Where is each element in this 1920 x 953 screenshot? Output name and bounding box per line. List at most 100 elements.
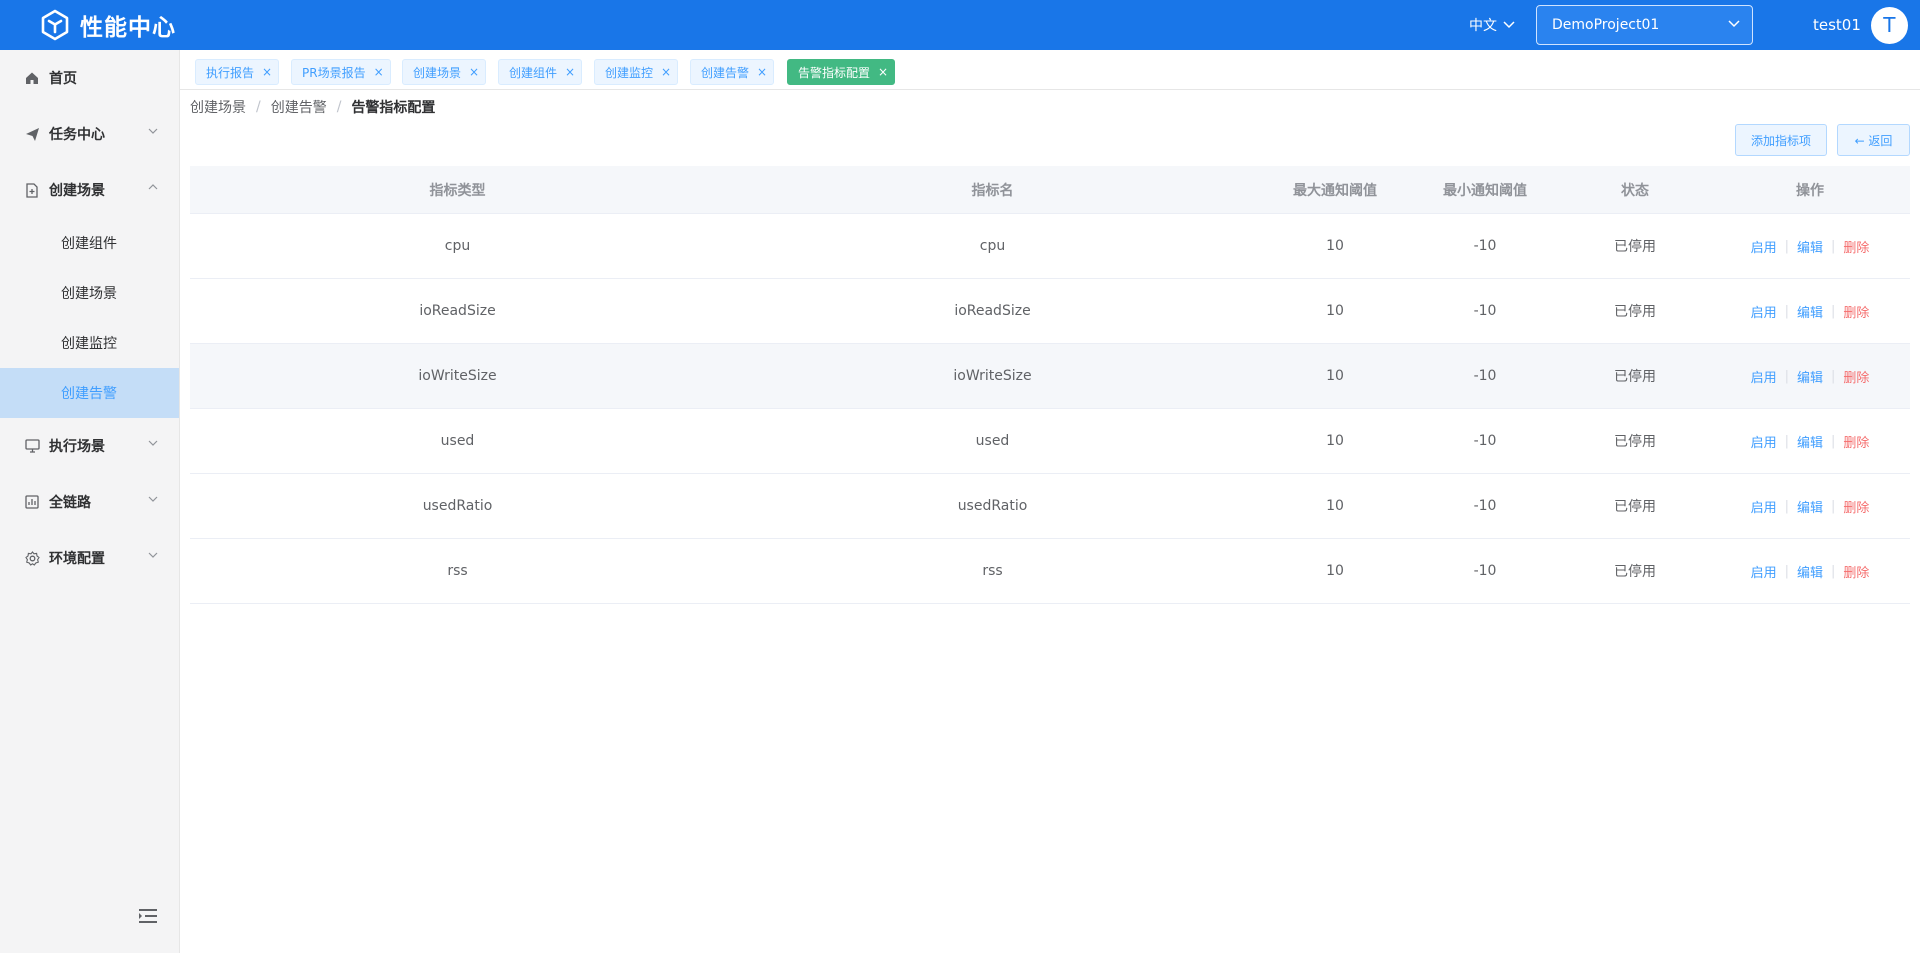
max-threshold-cell: 10	[1326, 498, 1344, 514]
tag-pr-scene-report[interactable]: PR场景报告 ×	[291, 59, 391, 85]
delete-button[interactable]: 删除	[1843, 562, 1869, 581]
sidebar: 首页 任务中心 创建场景 创建组件 创建场景 创建监控 创建告警 执行场景 全链…	[0, 50, 180, 953]
back-button[interactable]: ← 返回	[1837, 124, 1910, 156]
language-switcher[interactable]: 中文	[1469, 0, 1515, 50]
tag-create-monitor[interactable]: 创建监控 ×	[594, 59, 679, 85]
chevron-down-icon	[148, 128, 158, 134]
file-add-icon	[24, 182, 40, 198]
close-icon[interactable]: ×	[878, 65, 888, 79]
sidebar-subitem-create-component[interactable]: 创建组件	[0, 218, 179, 268]
edit-button[interactable]: 编辑	[1797, 237, 1823, 256]
divider: |	[1831, 563, 1836, 579]
sidebar-subitem-create-scene[interactable]: 创建场景	[0, 268, 179, 318]
sidebar-item-execute-scene[interactable]: 执行场景	[0, 418, 179, 474]
avatar[interactable]: T	[1870, 6, 1908, 44]
delete-button[interactable]: 删除	[1843, 432, 1869, 451]
sidebar-item-home[interactable]: 首页	[0, 50, 179, 106]
enable-button[interactable]: 启用	[1751, 562, 1777, 581]
edit-button[interactable]: 编辑	[1797, 562, 1823, 581]
operations-cell: 启用 | 编辑 | 删除	[1710, 214, 1910, 278]
chevron-down-icon	[148, 440, 158, 446]
delete-button[interactable]: 删除	[1843, 302, 1869, 321]
edit-button[interactable]: 编辑	[1797, 367, 1823, 386]
close-icon[interactable]: ×	[262, 65, 272, 79]
operations-cell: 启用 | 编辑 | 删除	[1710, 344, 1910, 408]
chevron-up-icon	[148, 184, 158, 190]
collapse-sidebar-button[interactable]	[138, 908, 158, 928]
operations-cell: 启用 | 编辑 | 删除	[1710, 539, 1910, 603]
enable-button[interactable]: 启用	[1751, 367, 1777, 386]
delete-button[interactable]: 删除	[1843, 367, 1869, 386]
enable-button[interactable]: 启用	[1751, 302, 1777, 321]
app-logo[interactable]: 性能中心	[38, 8, 176, 42]
status-cell: 已停用	[1614, 564, 1656, 580]
breadcrumb: 创建场景 / 创建告警 / 告警指标配置	[190, 97, 435, 117]
divider: |	[1784, 238, 1789, 254]
app-title: 性能中心	[80, 15, 176, 41]
user-menu[interactable]: test01 T	[1813, 0, 1908, 50]
status-cell: 已停用	[1614, 304, 1656, 320]
column-header: 最小通知阈值	[1443, 182, 1527, 199]
column-header: 指标类型	[429, 182, 486, 199]
divider: |	[1784, 563, 1789, 579]
enable-button[interactable]: 启用	[1751, 237, 1777, 256]
project-select[interactable]: DemoProject01	[1536, 5, 1753, 45]
min-threshold-cell: -10	[1473, 368, 1497, 384]
tag-create-component[interactable]: 创建组件 ×	[498, 59, 583, 85]
metric-name-cell: ioReadSize	[954, 303, 1031, 319]
sidebar-subitem-create-alert[interactable]: 创建告警	[0, 368, 179, 418]
tag-create-alert[interactable]: 创建告警 ×	[690, 59, 775, 85]
sidebar-item-full-link[interactable]: 全链路	[0, 474, 179, 530]
chart-icon	[24, 494, 40, 510]
sidebar-item-label: 环境配置	[49, 551, 105, 567]
sidebar-item-label: 创建场景	[49, 183, 105, 199]
tags-bar: 执行报告 × PR场景报告 × 创建场景 × 创建组件 × 创建监控 × 创建告警 × 告警…	[180, 50, 1920, 90]
close-icon[interactable]: ×	[469, 65, 479, 79]
cube-logo-icon	[41, 9, 69, 41]
table-row: ioWriteSize ioWriteSize 10 -10 已停用 启用 | 编辑…	[190, 344, 1910, 409]
sidebar-item-task-center[interactable]: 任务中心	[0, 106, 179, 162]
max-threshold-cell: 10	[1326, 433, 1344, 449]
operations-cell: 启用 | 编辑 | 删除	[1710, 474, 1910, 538]
sidebar-item-label: 首页	[49, 71, 77, 87]
close-icon[interactable]: ×	[374, 65, 384, 79]
divider: |	[1784, 368, 1789, 384]
chevron-down-icon	[1728, 20, 1740, 28]
tag-create-scene[interactable]: 创建场景 ×	[402, 59, 487, 85]
project-select-value: DemoProject01	[1552, 17, 1660, 33]
breadcrumb-separator: /	[256, 99, 261, 115]
table-row: cpu cpu 10 -10 已停用 启用 | 编辑 | 删除	[190, 214, 1910, 279]
enable-button[interactable]: 启用	[1751, 432, 1777, 451]
breadcrumb-current: 告警指标配置	[351, 100, 436, 116]
tag-execute-report[interactable]: 执行报告 ×	[195, 59, 280, 85]
column-header: 操作	[1796, 182, 1824, 199]
column-header: 指标名	[971, 182, 1014, 199]
delete-button[interactable]: 删除	[1843, 237, 1869, 256]
close-icon[interactable]: ×	[757, 65, 767, 79]
max-threshold-cell: 10	[1326, 368, 1344, 384]
sidebar-item-env-config[interactable]: 环境配置	[0, 530, 179, 586]
enable-button[interactable]: 启用	[1751, 497, 1777, 516]
sidebar-subitem-create-monitor[interactable]: 创建监控	[0, 318, 179, 368]
divider: |	[1784, 433, 1789, 449]
metric-name-cell: rss	[982, 563, 1003, 579]
add-metric-button[interactable]: 添加指标项	[1735, 124, 1827, 156]
tag-alert-metric-config[interactable]: 告警指标配置 ×	[787, 59, 896, 85]
delete-button[interactable]: 删除	[1843, 497, 1869, 516]
close-icon[interactable]: ×	[661, 65, 671, 79]
edit-button[interactable]: 编辑	[1797, 302, 1823, 321]
edit-button[interactable]: 编辑	[1797, 497, 1823, 516]
metric-name-cell: used	[975, 433, 1010, 449]
metric-type-cell: used	[440, 433, 475, 449]
max-threshold-cell: 10	[1326, 563, 1344, 579]
min-threshold-cell: -10	[1473, 433, 1497, 449]
sidebar-item-create-scene[interactable]: 创建场景	[0, 162, 179, 218]
metric-type-cell: usedRatio	[422, 498, 493, 514]
close-icon[interactable]: ×	[565, 65, 575, 79]
breadcrumb-item[interactable]: 创建场景	[190, 97, 246, 117]
edit-button[interactable]: 编辑	[1797, 432, 1823, 451]
breadcrumb-item[interactable]: 创建告警	[271, 97, 327, 117]
chevron-down-icon	[148, 496, 158, 502]
status-cell: 已停用	[1614, 239, 1656, 255]
column-header: 状态	[1621, 182, 1649, 199]
